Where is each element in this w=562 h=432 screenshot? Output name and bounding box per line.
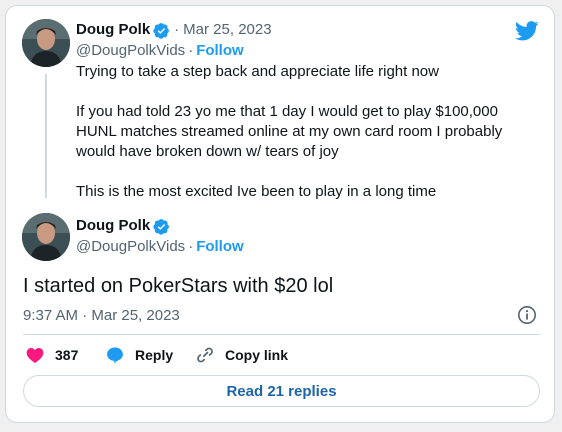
author-name[interactable]: Doug Polk xyxy=(76,20,150,40)
avatar[interactable] xyxy=(22,19,70,67)
verified-badge-icon xyxy=(153,218,170,235)
verified-badge-icon xyxy=(153,22,170,39)
tweet-timestamp[interactable]: 9:37 AM · Mar 25, 2023 xyxy=(23,306,180,326)
copy-link-label: Copy link xyxy=(225,347,289,363)
tweet-text-line: HUNL matches streamed online at my own c… xyxy=(76,123,503,140)
tweet-text-line: would have broken down w/ tears of joy xyxy=(76,143,339,160)
reply-button[interactable]: Reply xyxy=(105,345,173,365)
twitter-logo-icon[interactable] xyxy=(515,21,539,41)
tweet-text-line: This is the most excited Ive been to pla… xyxy=(76,183,437,200)
tweet-text-line: Trying to take a step back and appreciat… xyxy=(76,63,439,80)
heart-icon xyxy=(26,348,44,363)
reply-bubble-icon xyxy=(107,347,123,364)
info-icon[interactable] xyxy=(517,305,537,325)
follow-button[interactable]: Follow xyxy=(196,237,244,257)
divider xyxy=(23,334,540,335)
tweet-date[interactable]: Mar 25, 2023 xyxy=(183,20,271,40)
tweet-text: I started on PokerStars with $20 lol xyxy=(23,275,334,297)
read-replies-label: Read 21 replies xyxy=(226,382,337,400)
like-count: 387 xyxy=(55,347,79,363)
tweet-text-line: If you had told 23 yo me that 1 day I wo… xyxy=(76,103,498,120)
separator-dot: · xyxy=(174,21,180,38)
thread-connector xyxy=(45,74,47,198)
follow-button[interactable]: Follow xyxy=(196,41,244,61)
separator-dot: · xyxy=(188,42,194,59)
read-replies-button[interactable]: Read 21 replies xyxy=(23,375,540,407)
separator-dot: · xyxy=(188,238,194,255)
like-button[interactable]: 387 xyxy=(25,345,78,365)
reply-label: Reply xyxy=(135,347,174,363)
author-handle[interactable]: @DougPolkVids xyxy=(76,237,185,257)
copy-link-button[interactable]: Copy link xyxy=(195,345,288,365)
author-handle[interactable]: @DougPolkVids xyxy=(76,41,185,61)
avatar[interactable] xyxy=(22,213,70,261)
link-icon xyxy=(197,347,213,363)
author-name[interactable]: Doug Polk xyxy=(76,216,150,236)
